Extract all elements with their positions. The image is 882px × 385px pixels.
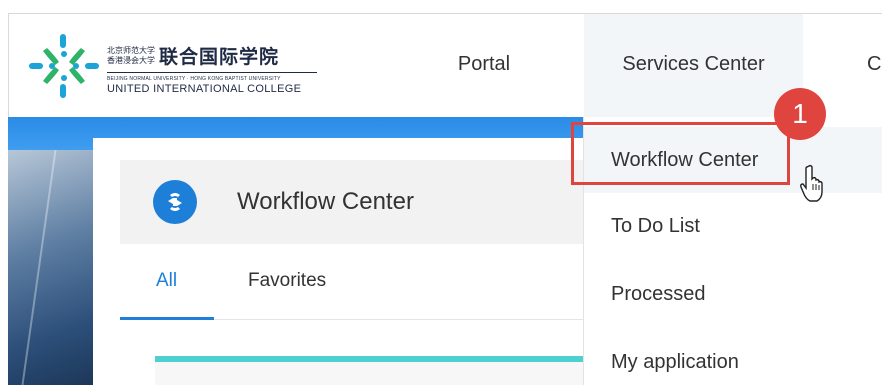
panel-tabs: All Favorites xyxy=(120,244,590,320)
logo-cn-line2: 香港浸会大学 xyxy=(107,55,155,65)
hand-cursor-icon xyxy=(800,164,823,202)
logo-en-name: UNITED INTERNATIONAL COLLEGE xyxy=(107,83,302,95)
panel-header: Workflow Center xyxy=(120,160,590,244)
top-navigation-bar: 北京师范大学 香港浸会大学 联合国际学院 BEIJING NORMAL UNIV… xyxy=(8,13,882,118)
logo-mark-icon xyxy=(29,34,99,98)
highlight-box xyxy=(571,122,790,185)
workflow-icon xyxy=(153,180,197,224)
panel-title: Workflow Center xyxy=(237,188,414,215)
step-badge: 1 xyxy=(774,88,826,140)
tab-all[interactable]: All xyxy=(156,270,177,292)
tab-favorites[interactable]: Favorites xyxy=(248,270,326,292)
uic-logo[interactable]: 北京师范大学 香港浸会大学 联合国际学院 BEIJING NORMAL UNIV… xyxy=(25,30,325,102)
menu-item-processed[interactable]: Processed xyxy=(584,261,882,327)
logo-cn-name: 联合国际学院 xyxy=(159,46,280,68)
nav-next-item[interactable]: C xyxy=(867,14,882,118)
logo-divider xyxy=(107,72,317,73)
nav-services-center[interactable]: Services Center xyxy=(584,14,803,118)
active-tab-indicator xyxy=(120,317,214,320)
content-area xyxy=(155,362,590,385)
building-image xyxy=(8,150,103,385)
menu-item-my-application[interactable]: My application xyxy=(584,329,882,385)
workflow-panel: Workflow Center All Favorites xyxy=(93,138,593,385)
logo-cn-line1: 北京师范大学 xyxy=(107,45,155,55)
logo-en-subtitle: BEIJING NORMAL UNIVERSITY · HONG KONG BA… xyxy=(107,76,281,82)
menu-item-to-do-list[interactable]: To Do List xyxy=(584,193,882,259)
nav-portal[interactable]: Portal xyxy=(429,14,539,118)
